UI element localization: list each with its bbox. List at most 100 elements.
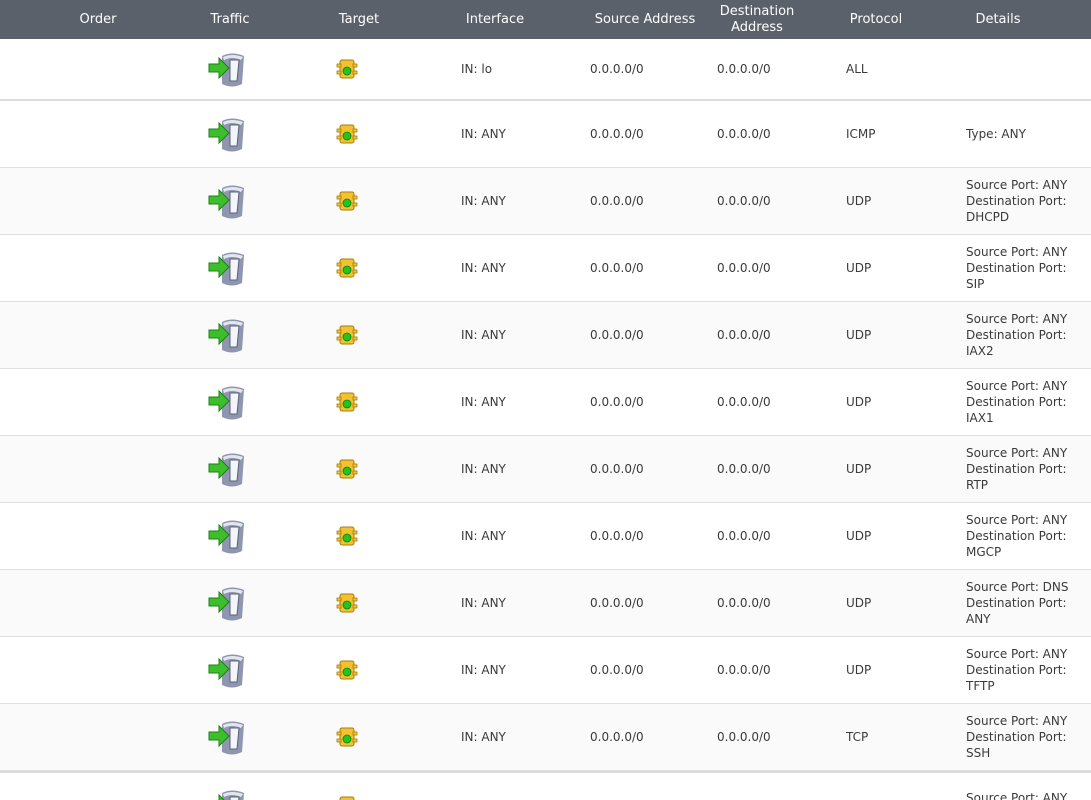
table-row[interactable]: IN: ANY 0.0.0.0/0 0.0.0.0/0 UDP Source P…: [0, 369, 1091, 436]
details-cell: Source Port: ANY Destination Port: IAX2: [966, 312, 1068, 358]
accept-target-icon: [336, 258, 358, 278]
traffic-cell: [204, 637, 250, 703]
destination-address-cell: 0.0.0.0/0: [717, 328, 771, 342]
details-cell: Type: ANY: [966, 127, 1026, 141]
column-header-target[interactable]: Target: [320, 0, 398, 39]
source-address-cell: 0.0.0.0/0: [590, 328, 644, 342]
target-cell: [332, 168, 362, 234]
protocol-cell: UDP: [846, 462, 872, 476]
incoming-traffic-icon: [208, 185, 244, 219]
destination-address-cell: 0.0.0.0/0: [717, 395, 771, 409]
table-row[interactable]: IN: ANY 0.0.0.0/0 0.0.0.0/0 UDP Source P…: [0, 570, 1091, 637]
details-cell: Source Port: ANY Destination Port: TFTP: [966, 647, 1068, 693]
traffic-cell: [204, 101, 250, 167]
destination-address-cell: 0.0.0.0/0: [717, 127, 771, 141]
interface-cell: IN: ANY: [461, 773, 506, 800]
target-cell: [332, 302, 362, 368]
table-row[interactable]: IN: ANY 0.0.0.0/0 0.0.0.0/0 UDP Source P…: [0, 436, 1091, 503]
incoming-traffic-icon: [218, 790, 244, 800]
column-header-traffic[interactable]: Traffic: [190, 0, 270, 39]
interface-cell: IN: ANY: [461, 663, 506, 677]
details-cell: Source Port: ANY Destination Port: RTP: [966, 446, 1068, 492]
table-row[interactable]: IN: ANY 0.0.0.0/0 0.0.0.0/0 UDP Source P…: [0, 503, 1091, 570]
column-header-protocol[interactable]: Protocol: [836, 0, 916, 39]
accept-target-icon: [336, 191, 358, 211]
column-header-destination-address[interactable]: Destination Address: [706, 0, 808, 39]
table-row[interactable]: IN: ANY 0.0.0.0/0 0.0.0.0/0 ICMP Type: A…: [0, 101, 1091, 168]
table-row[interactable]: IN: ANY 0.0.0.0/0 0.0.0.0/0 UDP Source P…: [0, 302, 1091, 369]
destination-address-cell: 0.0.0.0/0: [717, 596, 771, 610]
source-address-cell: 0.0.0.0/0: [590, 462, 644, 476]
accept-target-icon: [336, 59, 358, 79]
protocol-cell: TCP: [846, 773, 868, 800]
details-cell: Source Port: ANY Destination Port: SSH: [966, 714, 1068, 760]
source-address-cell: 0.0.0.0/0: [590, 730, 644, 744]
destination-address-cell: 0.0.0.0/0: [717, 663, 771, 677]
target-cell: [332, 436, 362, 502]
destination-address-cell: 0.0.0.0/0: [717, 529, 771, 543]
column-header-details[interactable]: Details: [960, 0, 1036, 39]
incoming-traffic-icon: [208, 721, 244, 755]
table-row[interactable]: IN: ANY 0.0.0.0/0 0.0.0.0/0 UDP Source P…: [0, 168, 1091, 235]
traffic-cell: [204, 436, 250, 502]
traffic-cell: [204, 570, 250, 636]
table-row[interactable]: IN: ANY 0.0.0.0/0 0.0.0.0/0 UDP Source P…: [0, 637, 1091, 704]
protocol-cell: UDP: [846, 663, 872, 677]
interface-cell: IN: ANY: [461, 194, 506, 208]
incoming-traffic-icon: [208, 53, 244, 87]
accept-target-icon: [336, 727, 358, 747]
source-address-cell: 0.0.0.0/0: [590, 194, 644, 208]
details-cell: [966, 39, 1091, 99]
destination-address-cell: 0.0.0.0/0: [717, 773, 771, 800]
incoming-traffic-icon: [208, 654, 244, 688]
traffic-cell: [204, 39, 250, 99]
table-row[interactable]: IN: lo 0.0.0.0/0 0.0.0.0/0 ALL: [0, 39, 1091, 101]
table-row[interactable]: IN: ANY 0.0.0.0/0 0.0.0.0/0 UDP Source P…: [0, 235, 1091, 302]
interface-cell: IN: ANY: [461, 529, 506, 543]
accept-target-icon: [336, 660, 358, 680]
interface-cell: IN: lo: [461, 62, 493, 76]
interface-cell: IN: ANY: [461, 127, 506, 141]
accept-target-icon: [339, 796, 355, 800]
traffic-cell: [204, 773, 250, 800]
incoming-traffic-icon: [208, 118, 244, 152]
column-header-interface[interactable]: Interface: [450, 0, 540, 39]
interface-cell: IN: ANY: [461, 395, 506, 409]
source-address-cell: 0.0.0.0/0: [590, 529, 644, 543]
destination-address-cell: 0.0.0.0/0: [717, 62, 771, 76]
accept-target-icon: [336, 325, 358, 345]
accept-target-icon: [336, 392, 358, 412]
incoming-traffic-icon: [208, 453, 244, 487]
table-header: Order Traffic Target Interface Source Ad…: [0, 0, 1091, 39]
source-address-cell: 0.0.0.0/0: [590, 596, 644, 610]
interface-cell: IN: ANY: [461, 730, 506, 744]
protocol-cell: TCP: [846, 730, 869, 744]
traffic-cell: [204, 168, 250, 234]
target-cell: [332, 39, 362, 99]
protocol-cell: UDP: [846, 395, 872, 409]
details-cell: Source Port: ANY Destination Port:: [966, 791, 1068, 800]
incoming-traffic-icon: [208, 386, 244, 420]
details-cell: Source Port: ANY Destination Port: MGCP: [966, 513, 1068, 559]
column-header-order[interactable]: Order: [60, 0, 136, 39]
source-address-cell: 0.0.0.0/0: [590, 261, 644, 275]
traffic-cell: [204, 235, 250, 301]
target-cell: [332, 570, 362, 636]
table-row[interactable]: IN: ANY 0.0.0.0/0 0.0.0.0/0 TCP Source P…: [0, 704, 1091, 771]
traffic-cell: [204, 503, 250, 569]
interface-cell: IN: ANY: [461, 596, 506, 610]
incoming-traffic-icon: [208, 520, 244, 554]
target-cell: [332, 503, 362, 569]
accept-target-icon: [336, 593, 358, 613]
target-cell: [332, 369, 362, 435]
source-address-cell: 0.0.0.0/0: [590, 395, 644, 409]
protocol-cell: UDP: [846, 529, 872, 543]
column-header-source-address[interactable]: Source Address: [586, 0, 704, 39]
protocol-cell: UDP: [846, 596, 872, 610]
protocol-cell: ICMP: [846, 127, 876, 141]
source-address-cell: 0.0.0.0/0: [590, 127, 644, 141]
source-address-cell: 0.0.0.0/0: [590, 663, 644, 677]
table-row[interactable]: IN: ANY 0.0.0.0/0 0.0.0.0/0 TCP Source P…: [0, 771, 1091, 800]
target-cell: [332, 704, 362, 770]
target-cell: [332, 235, 362, 301]
